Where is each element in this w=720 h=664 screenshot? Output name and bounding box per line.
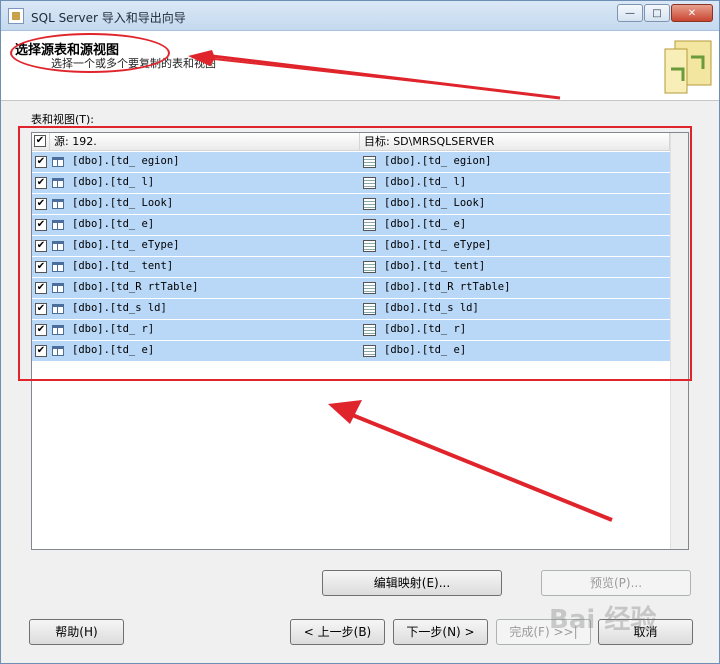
- baidu-watermark: Bai 经验: [549, 605, 657, 635]
- annotation-box: [18, 126, 692, 381]
- edit-mappings-button[interactable]: 编辑映射(E)...: [322, 570, 502, 596]
- wizard-graphic-icon: [664, 40, 712, 94]
- next-button[interactable]: 下一步(N) >: [393, 619, 488, 645]
- minimize-button[interactable]: —: [617, 4, 643, 22]
- app-icon: [8, 8, 24, 24]
- help-button[interactable]: 帮助(H): [29, 619, 124, 645]
- maximize-button[interactable]: □: [644, 4, 670, 22]
- window-title: SQL Server 导入和导出向导: [31, 11, 186, 25]
- close-button[interactable]: ✕: [671, 4, 713, 22]
- back-button[interactable]: < 上一步(B): [290, 619, 385, 645]
- title-bar[interactable]: SQL Server 导入和导出向导 — □ ✕: [1, 1, 719, 31]
- tables-views-label: 表和视图(T):: [31, 113, 95, 126]
- annotation-ellipse: [10, 33, 170, 73]
- window-controls: — □ ✕: [616, 4, 713, 22]
- preview-button[interactable]: 预览(P)...: [541, 570, 691, 596]
